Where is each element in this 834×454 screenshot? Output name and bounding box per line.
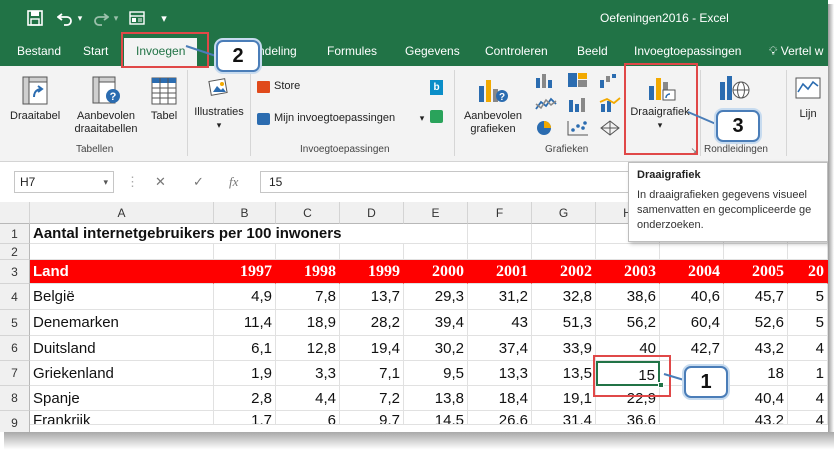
window-shadow-right bbox=[828, 4, 834, 432]
callout-1: 1 bbox=[684, 366, 728, 398]
callout-2: 2 bbox=[216, 40, 260, 72]
callout-1-connector bbox=[663, 373, 685, 381]
callout-3-connector bbox=[687, 111, 717, 125]
callout-2-connector bbox=[185, 45, 217, 57]
excel-window: ▾ ▾ ▾ Oefeningen2016 - Excel Bestand Sta… bbox=[0, 0, 828, 432]
window-shadow-bottom bbox=[4, 432, 834, 454]
callout-3: 3 bbox=[716, 110, 760, 142]
